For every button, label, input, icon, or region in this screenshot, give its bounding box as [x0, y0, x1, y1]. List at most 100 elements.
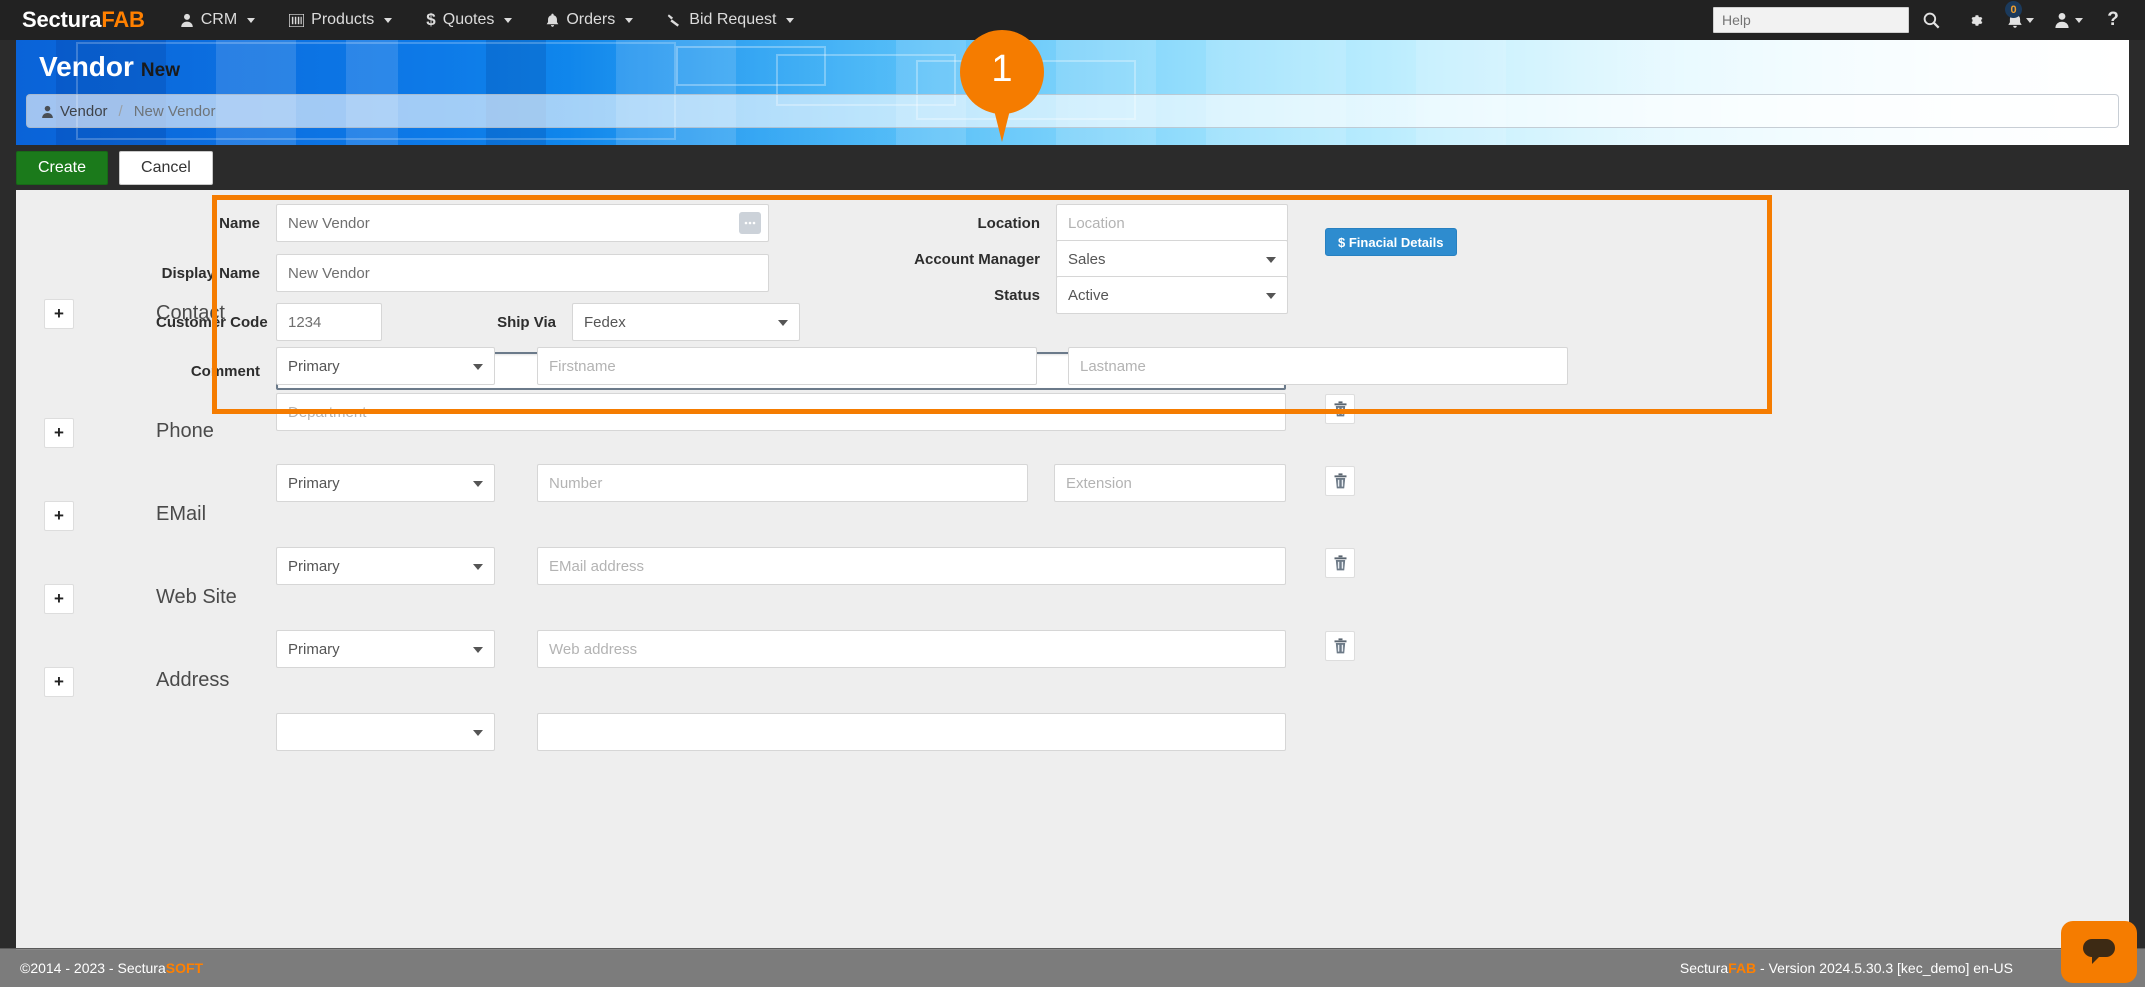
add-website-button[interactable]: +	[44, 584, 74, 614]
page-title: VendorNew	[39, 51, 180, 83]
name-input[interactable]	[276, 204, 769, 242]
contact-type-select[interactable]: Primary	[276, 347, 495, 385]
breadcrumb: Vendor / New Vendor	[26, 94, 2119, 128]
notifications-button[interactable]: 0	[1997, 0, 2040, 40]
chat-widget-button[interactable]	[2061, 921, 2137, 983]
website-address-input[interactable]	[537, 630, 1286, 668]
chevron-down-icon	[786, 18, 794, 23]
delete-email-button[interactable]	[1325, 548, 1355, 578]
chevron-down-icon	[473, 564, 483, 570]
top-navigation-bar: SecturaFAB CRM Products $ Quotes Orders …	[0, 0, 2145, 40]
contact-lastname-input[interactable]	[1068, 347, 1568, 385]
hammer-icon	[667, 13, 682, 28]
delete-website-button[interactable]	[1325, 631, 1355, 661]
account-manager-value: Sales	[1068, 251, 1106, 268]
email-type-select[interactable]: Primary	[276, 547, 495, 585]
section-title-email: EMail	[156, 503, 206, 526]
status-select[interactable]: Active	[1056, 276, 1288, 314]
footer-copyright: ©2014 - 2023 - SecturaSOFT	[20, 960, 203, 976]
user-icon	[2054, 12, 2070, 28]
ship-via-value: Fedex	[584, 314, 626, 331]
customer-code-input[interactable]	[276, 303, 382, 341]
field-row-location: Location	[876, 204, 1288, 242]
delete-contact-button[interactable]	[1325, 394, 1355, 424]
user-icon	[41, 105, 54, 118]
address-line-input[interactable]	[537, 713, 1286, 751]
search-button[interactable]	[1909, 0, 1953, 40]
nav-item-products-label: Products	[311, 11, 374, 29]
breadcrumb-item-vendor[interactable]: Vendor	[60, 103, 108, 120]
section-title-website: Web Site	[156, 586, 237, 609]
chat-bubble-icon	[2081, 937, 2117, 967]
status-label: Status	[876, 287, 1056, 304]
contact-type-value: Primary	[288, 358, 340, 375]
app-root: SecturaFAB CRM Products $ Quotes Orders …	[0, 0, 2145, 987]
contact-firstname-input[interactable]	[537, 347, 1037, 385]
gear-icon	[1967, 12, 1984, 29]
chevron-down-icon	[473, 481, 483, 487]
brand-prefix: Sectura	[22, 7, 101, 32]
action-toolbar: Create Cancel	[0, 145, 2145, 190]
user-menu-button[interactable]	[2040, 0, 2091, 40]
account-manager-select[interactable]: Sales	[1056, 240, 1288, 278]
trash-icon	[1333, 473, 1348, 489]
nav-right-group: 0 ?	[1713, 0, 2145, 40]
phone-number-input[interactable]	[537, 464, 1028, 502]
website-type-value: Primary	[288, 641, 340, 658]
address-row	[276, 713, 1286, 751]
footer-copyright-accent: SOFT	[166, 960, 203, 976]
help-search-input[interactable]	[1713, 7, 1909, 33]
ship-via-label: Ship Via	[382, 314, 572, 331]
brand-logo[interactable]: SecturaFAB	[0, 7, 163, 33]
footer-copyright-text: ©2014 - 2023 - Sectura	[20, 960, 166, 976]
display-name-label: Display Name	[156, 265, 276, 282]
section-title-address: Address	[156, 669, 229, 692]
create-button[interactable]: Create	[16, 151, 108, 185]
chevron-down-icon	[778, 320, 788, 326]
nav-item-orders[interactable]: Orders	[529, 0, 650, 40]
add-email-button[interactable]: +	[44, 501, 74, 531]
nav-item-products[interactable]: Products	[272, 0, 409, 40]
chevron-down-icon	[384, 18, 392, 23]
chevron-down-icon	[473, 364, 483, 370]
chevron-down-icon	[2026, 18, 2034, 23]
help-button[interactable]: ?	[2091, 0, 2135, 40]
trash-icon	[1333, 638, 1348, 654]
phone-type-value: Primary	[288, 475, 340, 492]
address-type-select[interactable]	[276, 713, 495, 751]
nav-item-bid-request[interactable]: Bid Request	[650, 0, 811, 40]
nav-item-crm[interactable]: CRM	[163, 0, 272, 40]
trash-icon	[1333, 401, 1348, 417]
location-input[interactable]	[1056, 204, 1288, 242]
cancel-button[interactable]: Cancel	[119, 151, 213, 185]
email-type-value: Primary	[288, 558, 340, 575]
website-type-select[interactable]: Primary	[276, 630, 495, 668]
display-name-input[interactable]	[276, 254, 769, 292]
contact-department-row	[276, 393, 1286, 431]
add-address-button[interactable]: +	[44, 667, 74, 697]
footer-version-prefix: Sectura	[1680, 960, 1728, 976]
nav-item-quotes[interactable]: $ Quotes	[409, 0, 529, 40]
phone-type-select[interactable]: Primary	[276, 464, 495, 502]
delete-phone-button[interactable]	[1325, 466, 1355, 496]
status-value: Active	[1068, 287, 1109, 304]
chevron-down-icon	[473, 730, 483, 736]
field-row-customer-code: Customer Code Ship Via Fedex	[156, 303, 800, 341]
bell-icon	[546, 13, 559, 28]
financial-details-button[interactable]: $ Finacial Details	[1325, 228, 1457, 256]
contact-department-input[interactable]	[276, 393, 1286, 431]
breadcrumb-item-current: New Vendor	[134, 103, 216, 120]
phone-extension-input[interactable]	[1054, 464, 1286, 502]
section-title-contact: Contact	[156, 302, 225, 325]
name-picker-button[interactable]	[739, 212, 761, 234]
user-icon	[180, 13, 194, 27]
add-contact-button[interactable]: +	[44, 299, 74, 329]
settings-button[interactable]	[1953, 0, 1997, 40]
add-phone-button[interactable]: +	[44, 418, 74, 448]
email-address-input[interactable]	[537, 547, 1286, 585]
location-label: Location	[876, 215, 1056, 232]
brand-suffix: FAB	[101, 7, 144, 32]
ship-via-select[interactable]: Fedex	[572, 303, 800, 341]
notification-badge: 0	[2005, 1, 2022, 18]
search-icon	[1923, 12, 1940, 29]
